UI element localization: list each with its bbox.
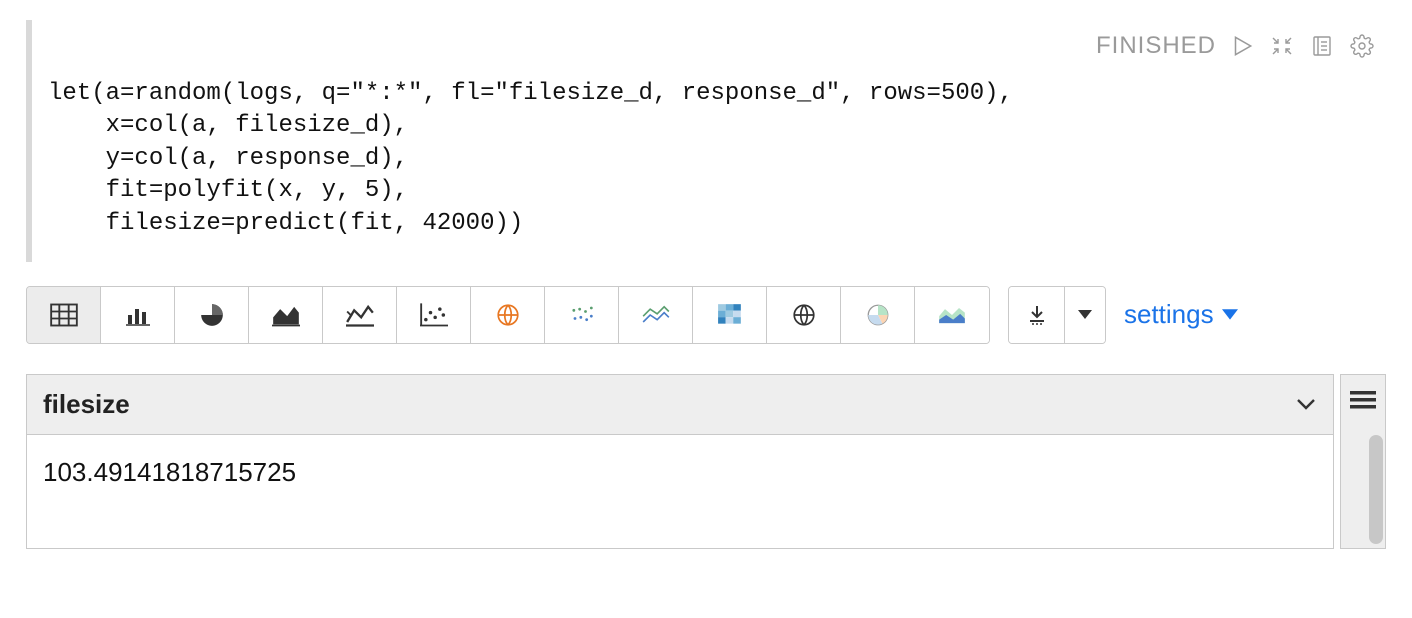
download-icon[interactable] (1009, 287, 1065, 343)
bubble-chart-icon[interactable] (545, 287, 619, 343)
notebook-icon[interactable] (1308, 32, 1336, 60)
pie-outline-icon[interactable] (841, 287, 915, 343)
heatmap-icon[interactable] (693, 287, 767, 343)
map-marker-icon[interactable] (471, 287, 545, 343)
gear-icon[interactable] (1348, 32, 1376, 60)
collapse-icon[interactable] (1268, 32, 1296, 60)
settings-label: settings (1124, 299, 1214, 330)
bar-chart-icon[interactable] (101, 287, 175, 343)
settings-link[interactable]: settings (1124, 299, 1238, 330)
download-group (1008, 286, 1106, 344)
cell-toolbar: FINISHED (1096, 32, 1376, 60)
result-table: filesize 103.49141818715725 (26, 374, 1334, 549)
table-row: 103.49141818715725 (27, 435, 1333, 548)
status-label: FINISHED (1096, 32, 1216, 60)
area-chart-icon[interactable] (249, 287, 323, 343)
viz-toolbar: settings (26, 286, 1386, 344)
side-menu[interactable] (1340, 374, 1386, 549)
table-icon[interactable] (27, 287, 101, 343)
viz-buttons (26, 286, 990, 344)
code-editor[interactable]: let(a=random(logs, q="*:*", fl="filesize… (48, 78, 1374, 240)
hamburger-icon (1350, 389, 1376, 411)
scatter-chart-icon[interactable] (397, 287, 471, 343)
scrollbar-thumb[interactable] (1369, 435, 1383, 544)
result-area: filesize 103.49141818715725 (26, 374, 1386, 549)
table-header[interactable]: filesize (27, 375, 1333, 435)
chevron-down-icon (1222, 309, 1238, 321)
code-cell: FINISHED let(a=random(logs, q="*:* (26, 20, 1386, 262)
pie-chart-icon[interactable] (175, 287, 249, 343)
column-header: filesize (43, 389, 130, 420)
download-dropdown-icon[interactable] (1065, 287, 1105, 343)
globe-icon[interactable] (767, 287, 841, 343)
chevron-down-icon[interactable] (1295, 397, 1317, 411)
area-outline-icon[interactable] (915, 287, 989, 343)
multiline-chart-icon[interactable] (619, 287, 693, 343)
line-chart-icon[interactable] (323, 287, 397, 343)
run-icon[interactable] (1228, 32, 1256, 60)
